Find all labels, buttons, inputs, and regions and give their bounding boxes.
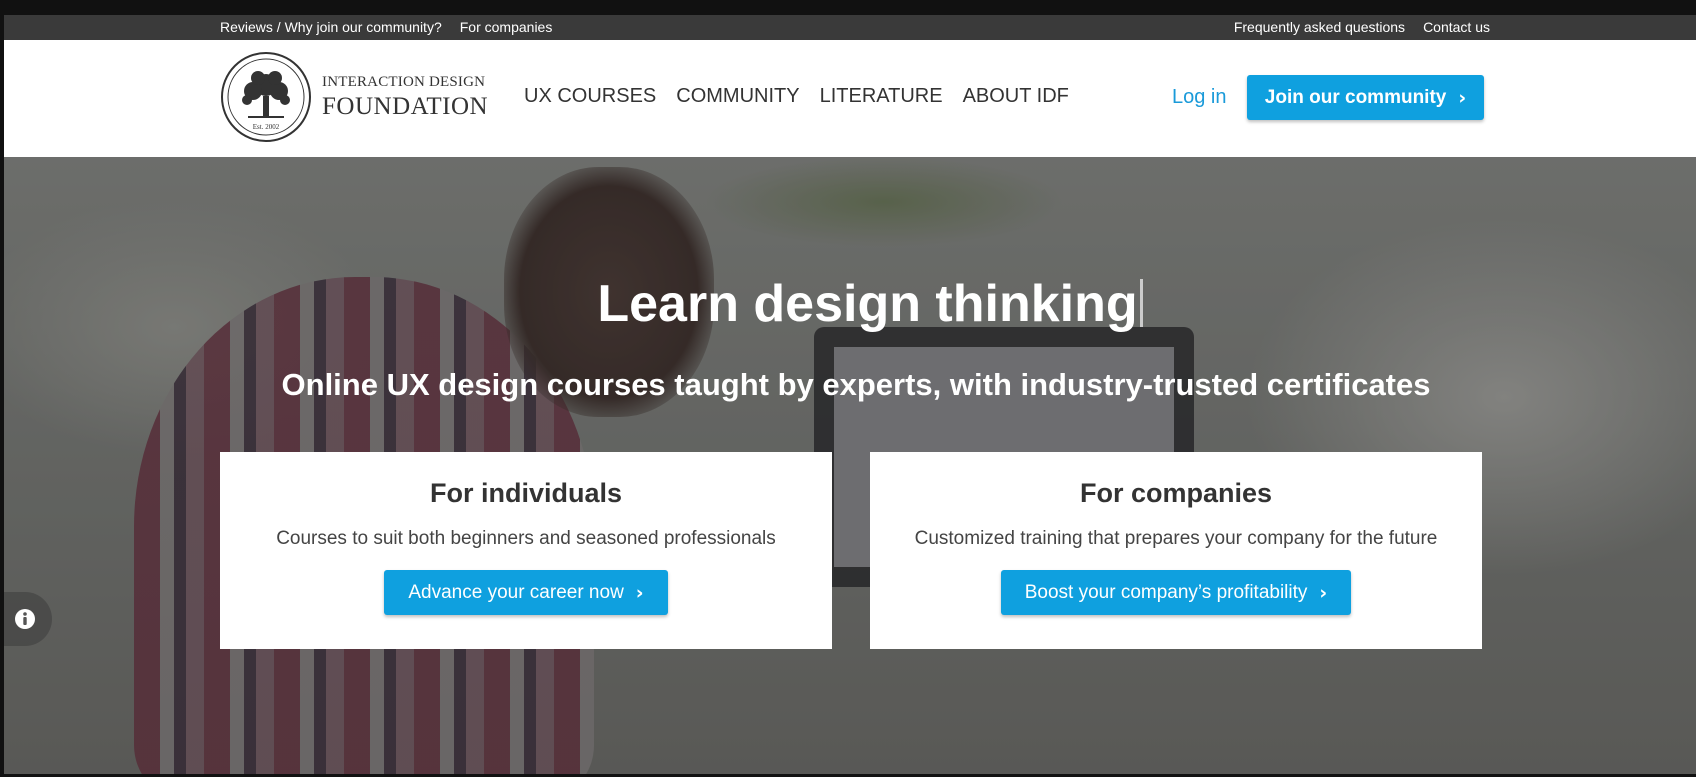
chevron-right-icon: ›: [1458, 86, 1467, 109]
logo-est-text: Est. 2002: [253, 123, 280, 131]
logo-wordmark: INTERACTION DESIGN FOUNDATION: [322, 74, 489, 120]
browser-viewport: Reviews / Why join our community? For co…: [4, 15, 1696, 774]
join-community-label: Join our community: [1264, 86, 1447, 108]
top-utility-bar: Reviews / Why join our community? For co…: [4, 15, 1696, 40]
login-link[interactable]: Log in: [1172, 86, 1227, 109]
hero-section: Learn design thinking Online UX design c…: [4, 157, 1696, 774]
hero-title-text: Learn design thinking: [597, 275, 1138, 333]
chevron-right-icon: ›: [1319, 581, 1328, 604]
individuals-card: For individuals Courses to suit both beg…: [220, 452, 832, 649]
hero-subtitle: Online UX design courses taught by exper…: [281, 367, 1431, 402]
companies-text: Customized training that prepares your c…: [914, 528, 1438, 549]
nav-community[interactable]: COMMUNITY: [676, 85, 799, 108]
companies-card: For companies Customized training that p…: [870, 452, 1482, 649]
site-header: Est. 2002 INTERACTION DESIGN FOUNDATION …: [4, 40, 1696, 157]
nav-literature[interactable]: LITERATURE: [820, 85, 943, 108]
boost-profitability-button[interactable]: Boost your company’s profitability ›: [1000, 570, 1352, 615]
logo-line2: FOUNDATION: [322, 93, 489, 120]
chevron-right-icon: ›: [635, 581, 644, 604]
advance-career-button[interactable]: Advance your career now ›: [384, 570, 668, 615]
faq-link[interactable]: Frequently asked questions: [1234, 19, 1405, 35]
join-community-button[interactable]: Join our community ›: [1247, 75, 1484, 120]
individuals-heading: For individuals: [429, 478, 623, 508]
companies-heading: For companies: [1079, 478, 1273, 508]
advance-career-label: Advance your career now: [408, 581, 624, 603]
nav-ux-courses[interactable]: UX COURSES: [524, 85, 656, 108]
logo-line1: INTERACTION DESIGN: [322, 74, 486, 90]
tree-seal-icon: Est. 2002: [221, 52, 311, 142]
info-icon: [15, 609, 35, 629]
boost-profitability-label: Boost your company’s profitability: [1024, 581, 1308, 603]
individuals-text: Courses to suit both beginners and seaso…: [276, 528, 776, 549]
nav-about-idf[interactable]: ABOUT IDF: [963, 85, 1069, 108]
for-companies-link[interactable]: For companies: [460, 19, 553, 35]
main-nav: UX COURSES COMMUNITY LITERATURE ABOUT ID…: [524, 85, 1069, 108]
site-logo[interactable]: Est. 2002 INTERACTION DESIGN FOUNDATION: [220, 51, 488, 143]
contact-link[interactable]: Contact us: [1423, 19, 1490, 35]
hero-title: Learn design thinking: [4, 274, 1696, 334]
typing-cursor: [1139, 279, 1143, 327]
reviews-link[interactable]: Reviews / Why join our community?: [220, 19, 442, 35]
